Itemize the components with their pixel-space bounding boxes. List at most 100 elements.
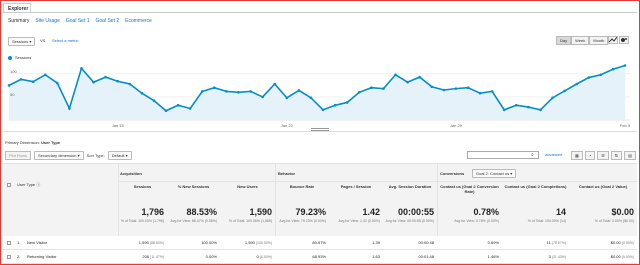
row-index: 1. — [17, 240, 21, 245]
column-header[interactable]: Contact us (Goal 2 Completions) — [504, 184, 567, 189]
row-cell-value: $0.00 — [610, 240, 621, 245]
motion-chart-icon[interactable] — [619, 36, 629, 44]
subnav-goal-set-2[interactable]: Goal Set 2 — [96, 18, 120, 24]
sessions-chart: 100 50 Jan 15 Jan 22 Jan 29 Feb 5 — [7, 64, 631, 128]
dim-header[interactable]: User Type ⓘ — [17, 182, 40, 188]
chart-point — [152, 99, 156, 102]
chart-point — [394, 73, 397, 77]
select-all-checkbox[interactable] — [7, 183, 11, 187]
table-search-input[interactable] — [467, 151, 539, 159]
column-header[interactable]: Pages / Session — [331, 184, 381, 189]
row-cell-percent: (0.00%) — [620, 255, 634, 259]
row-cell: 3 (21.43%) — [502, 254, 566, 259]
subnav-summary[interactable]: Summary — [8, 18, 29, 24]
column-header[interactable]: Contact us (Goal 2 Conversion Rate) — [439, 184, 500, 194]
row-cell: 1.39 — [329, 240, 380, 245]
column-header[interactable]: Sessions — [120, 184, 165, 189]
select-metric-link[interactable]: Select a metric — [52, 38, 78, 43]
column-header[interactable]: New Users — [222, 184, 273, 189]
metric-dropdown[interactable]: Sessions ▾ — [8, 37, 36, 46]
column-total-sub: % of Total: 0.00% ($0.00) — [594, 219, 634, 223]
chart-point — [623, 64, 627, 67]
column-total: 79.23% — [295, 207, 326, 217]
row-cell-percent: (88.53%) — [148, 241, 164, 245]
column-total: 14 — [555, 207, 566, 217]
row-checkbox[interactable] — [7, 255, 11, 259]
chart-point — [611, 67, 615, 71]
table-row[interactable]: 2. Returning Visitor 206 (11.47%) 0.00% 0 (0… — [3, 250, 637, 264]
row-cell-value: 1.63 — [372, 254, 380, 259]
chart-point — [140, 91, 144, 95]
data-table: User Type ⓘ Acquisition Behavior Convers… — [3, 163, 637, 237]
group-acquisition: Acquisition — [120, 171, 142, 176]
sort-type-dropdown[interactable]: Default ▾ — [107, 151, 132, 160]
advanced-link[interactable]: advanced — [545, 152, 562, 157]
performance-view-icon[interactable]: ☰ — [597, 151, 609, 160]
subnav-goal-set-1[interactable]: Goal Set 1 — [66, 18, 90, 24]
table-view-icon[interactable]: ▦ — [571, 151, 583, 160]
chart-point — [527, 105, 530, 109]
chart-point — [188, 107, 192, 110]
plot-rows-button[interactable]: Plot Rows — [5, 151, 32, 160]
subnav: Summary Site Usage Goal Set 1 Goal Set 2… — [8, 18, 152, 24]
chart-point — [56, 81, 59, 85]
subnav-site-usage[interactable]: Site Usage — [35, 18, 59, 24]
row-dimension-link[interactable]: Returning Visitor — [27, 254, 57, 259]
comparison-view-icon[interactable]: ⇅ — [610, 151, 623, 160]
chart-point — [502, 108, 506, 112]
chart-point — [370, 86, 373, 89]
chart-point — [321, 108, 325, 112]
column-total: 1,796 — [141, 207, 164, 217]
period-buttons: Day Week Month — [556, 36, 609, 45]
group-behavior: Behavior — [278, 171, 296, 176]
column-total: 1.42 — [362, 207, 380, 217]
row-index: 2. — [17, 254, 21, 259]
tab-explorer[interactable]: Explorer — [3, 3, 31, 12]
month-button[interactable]: Month — [589, 36, 609, 45]
row-cell: $0.00 (0.00%) — [569, 240, 634, 245]
chart-point — [164, 109, 168, 113]
week-button[interactable]: Week — [571, 36, 590, 45]
table-row[interactable]: 1. New Visitor 1,590 (88.53%) 100.00% 1,590 … — [3, 236, 637, 250]
column-header[interactable]: % New Sessions — [169, 184, 218, 189]
chart-point — [333, 103, 337, 107]
chart-point — [92, 80, 95, 84]
goal-dropdown[interactable]: Goal 2: Contact us ▾ — [472, 169, 517, 178]
subnav-ecommerce[interactable]: Ecommerce — [125, 18, 152, 24]
column-total: 0.78% — [473, 207, 499, 217]
row-cell-value: 100.00% — [201, 240, 217, 245]
row-cell-percent: (21.43%) — [550, 255, 566, 259]
tab-divider — [3, 12, 637, 13]
help-icon: ⓘ — [36, 182, 41, 187]
row-checkbox[interactable] — [7, 241, 11, 245]
column-header[interactable]: Avg. Session Duration — [385, 184, 435, 189]
column-header[interactable]: Contact us (Goal 2 Value) — [571, 184, 635, 189]
chart-point — [309, 96, 313, 100]
chart-type-icon[interactable] — [608, 36, 618, 44]
secondary-dimension-dropdown[interactable]: Secondary dimension ▾ — [34, 151, 84, 160]
percentage-view-icon[interactable]: ◔ — [584, 151, 596, 160]
sort-type-value: Default — [111, 153, 125, 158]
chart-point — [237, 91, 240, 94]
chart-point — [128, 82, 132, 86]
row-dimension-link[interactable]: New Visitor — [27, 240, 47, 245]
sort-type-label: Sort Type: — [86, 153, 105, 158]
chart-point — [116, 79, 120, 83]
col-divider — [118, 163, 119, 236]
row-cell-value: 68.93% — [312, 254, 326, 259]
group-divider — [118, 181, 637, 182]
primary-dimension-value[interactable]: User Type — [41, 140, 60, 145]
day-button[interactable]: Day — [556, 36, 572, 45]
table-top-border — [3, 163, 637, 164]
column-header[interactable]: Bounce Rate — [277, 184, 327, 189]
column-total-sub: % of Total: 100.00% (14) — [527, 219, 566, 223]
chart-point — [213, 86, 216, 89]
chart-point — [539, 108, 542, 112]
pivot-view-icon[interactable]: ▤ — [624, 151, 636, 160]
x-tick-label: Jan 15 — [112, 123, 125, 128]
chart-point — [466, 86, 470, 89]
row-cell-value: 1,590 — [138, 240, 149, 245]
y-tick-label: 50 — [10, 92, 15, 97]
x-tick-label: Jan 29 — [450, 123, 463, 128]
search-icon[interactable]: ⌕ — [531, 152, 534, 158]
